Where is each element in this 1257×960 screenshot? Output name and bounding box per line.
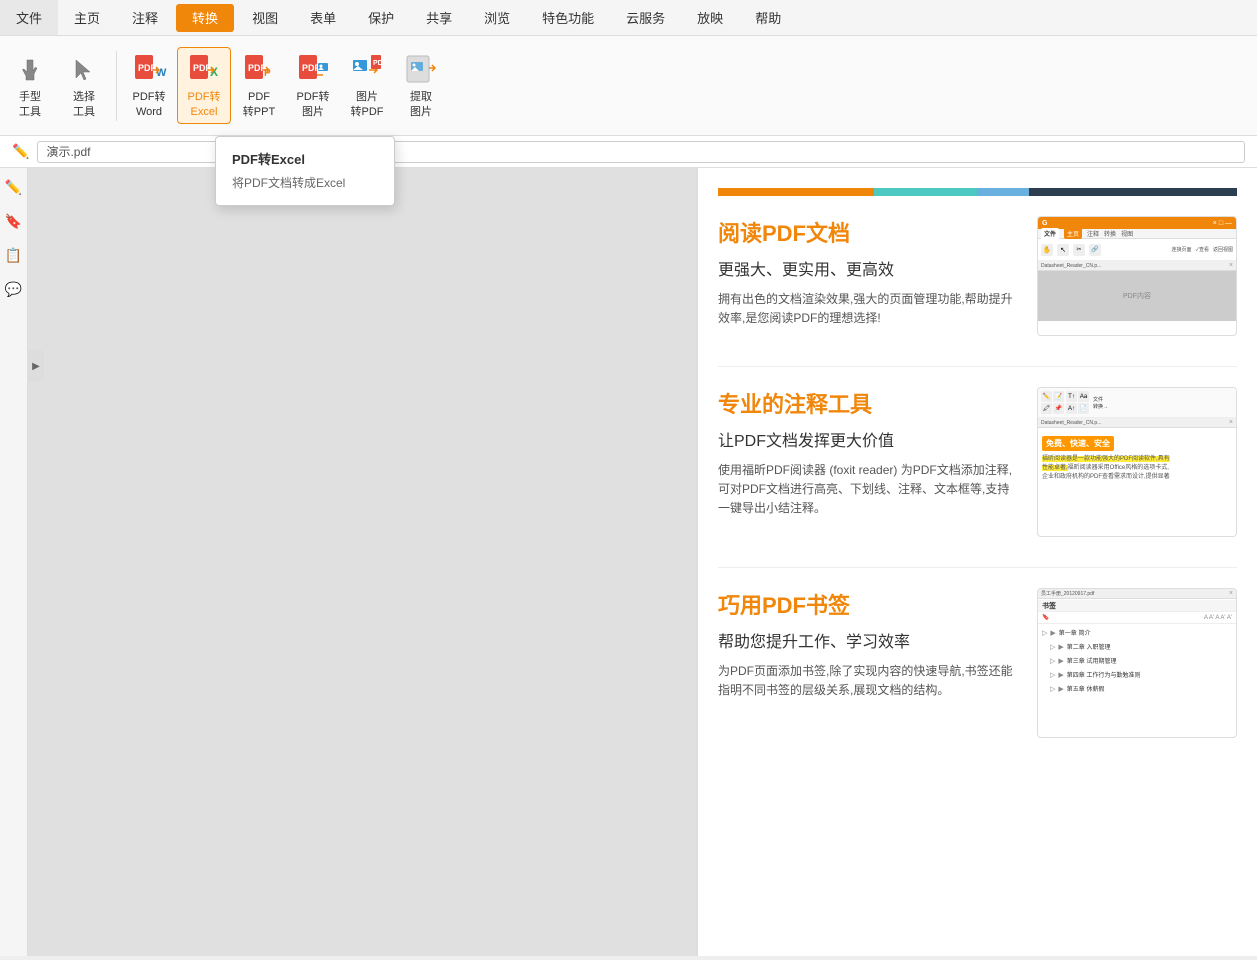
sidebar-pages-icon[interactable]: 📋 xyxy=(3,244,25,266)
bookmark-body: 为PDF页面添加书签,除了实现内容的快速导航,书签还能指明不同书签的层级关系,展… xyxy=(718,662,1017,700)
toolbar: 手型工具 选择工具 PDF W PDF转Word PDF X xyxy=(0,36,1257,136)
read-pdf-subtitle: 更强大、更实用、更高效 xyxy=(718,256,1017,280)
read-pdf-screenshot: G × □ — 文件 主页 注释 转换 视图 ✋ ↖ ✂ 🔗 xyxy=(1037,216,1237,336)
menu-view[interactable]: 视图 xyxy=(236,0,294,35)
read-pdf-title: 阅读PDF文档 xyxy=(718,216,1017,248)
extract-icon xyxy=(403,52,439,88)
svg-text:PDF: PDF xyxy=(373,60,385,67)
document-area xyxy=(28,168,696,960)
pdf-excel-label: PDF转Excel xyxy=(188,90,221,119)
hand-icon xyxy=(12,52,48,88)
read-pdf-section: 阅读PDF文档 更强大、更实用、更高效 拥有出色的文档渲染效果,强大的页面管理功… xyxy=(718,216,1237,336)
pdf-to-excel-button[interactable]: PDF X PDF转Excel xyxy=(177,47,231,124)
pdf-word-icon: PDF W xyxy=(131,52,167,88)
pdf-to-ppt-button[interactable]: PDF P PDF转PPT xyxy=(233,48,285,123)
menu-convert[interactable]: 转换 xyxy=(176,4,234,32)
read-pdf-text: 阅读PDF文档 更强大、更实用、更高效 拥有出色的文档渲染效果,强大的页面管理功… xyxy=(718,216,1017,336)
pdf-excel-icon: PDF X xyxy=(186,52,222,88)
hand-tool-button[interactable]: 手型工具 xyxy=(4,48,56,123)
color-bar-orange xyxy=(718,188,874,196)
bookmark-header: 书签 xyxy=(1038,600,1236,612)
toolbar-divider-1 xyxy=(116,51,117,121)
color-bar-blue xyxy=(977,188,1029,196)
pdf-ppt-label: PDF转PPT xyxy=(243,90,275,119)
menu-share[interactable]: 共享 xyxy=(410,0,468,35)
bookmark-file-label: 员工手册_20120917.pdf xyxy=(1041,590,1229,597)
color-bar-dark xyxy=(1029,188,1237,196)
bookmark-subtitle: 帮助您提升工作、学习效率 xyxy=(718,628,1017,652)
menu-annotate[interactable]: 注释 xyxy=(116,0,174,35)
bookmark-screenshot: 员工手册_20120917.pdf × 书签 🔖 A A' A A' A' ▷ … xyxy=(1037,588,1237,738)
svg-text:PDF: PDF xyxy=(302,63,321,73)
hand-tool-label: 手型工具 xyxy=(19,90,41,119)
menu-cloud[interactable]: 云服务 xyxy=(610,0,681,35)
left-sidebar: ✏️ 🔖 📋 💬 xyxy=(0,168,28,960)
menubar: 文件 主页 注释 转换 视图 表单 保护 共享 浏览 特色功能 云服务 放映 帮… xyxy=(0,0,1257,36)
address-bar: ✏️ xyxy=(0,136,1257,168)
annotation-subtitle: 让PDF文档发挥更大价值 xyxy=(718,427,1017,451)
svg-text:PDF: PDF xyxy=(138,63,157,73)
panel-collapse-button[interactable]: ▶ xyxy=(28,350,44,382)
annotation-text: 专业的注释工具 让PDF文档发挥更大价值 使用福昕PDF阅读器 (foxit r… xyxy=(718,387,1017,537)
sidebar-bookmark-icon[interactable]: 🔖 xyxy=(3,210,25,232)
annotation-section: 专业的注释工具 让PDF文档发挥更大价值 使用福昕PDF阅读器 (foxit r… xyxy=(718,387,1237,537)
pdf-image-icon: PDF xyxy=(295,52,331,88)
dropdown-tooltip: PDF转Excel 将PDF文档转成Excel xyxy=(215,136,395,206)
pdf-word-label: PDF转Word xyxy=(133,90,166,119)
annotation-body: 使用福昕PDF阅读器 (foxit reader) 为PDF文档添加注释,可对P… xyxy=(718,461,1017,519)
select-tool-button[interactable]: 选择工具 xyxy=(58,48,110,123)
pdf-to-word-button[interactable]: PDF W PDF转Word xyxy=(123,48,175,123)
extract-label: 提取图片 xyxy=(410,90,432,119)
annot-highlight-label: 免费、快速、安全 xyxy=(1042,436,1114,451)
bookmark-title: 巧用PDF书签 xyxy=(718,588,1017,620)
menu-features[interactable]: 特色功能 xyxy=(526,0,610,35)
sidebar-edit-icon[interactable]: ✏️ xyxy=(3,176,25,198)
dropdown-description: 将PDF文档转成Excel xyxy=(216,172,394,197)
menu-file[interactable]: 文件 xyxy=(0,0,58,35)
svg-text:PDF: PDF xyxy=(193,63,212,73)
main-layout: ✏️ 🔖 📋 💬 ▶ 阅读PDF文档 更强大、更实用、更高效 拥有出色的文档渲染… xyxy=(0,168,1257,960)
image-pdf-icon: PDF xyxy=(349,52,385,88)
menu-home[interactable]: 主页 xyxy=(58,0,116,35)
bookmark-section: 巧用PDF书签 帮助您提升工作、学习效率 为PDF页面添加书签,除了实现内容的快… xyxy=(718,588,1237,738)
color-bar xyxy=(718,188,1237,196)
select-icon xyxy=(66,52,102,88)
pencil-icon: ✏️ xyxy=(12,143,29,160)
read-pdf-body: 拥有出色的文档渲染效果,强大的页面管理功能,帮助提升效率,是您阅读PDF的理想选… xyxy=(718,290,1017,328)
pdf-ppt-icon: PDF P xyxy=(241,52,277,88)
annotation-screenshot: ✏️ 📝 🖍 📌 T↑ Aa xyxy=(1037,387,1237,537)
select-tool-label: 选择工具 xyxy=(73,90,95,119)
pdf-image-label: PDF转图片 xyxy=(297,90,330,119)
menu-help[interactable]: 帮助 xyxy=(739,0,797,35)
extract-image-button[interactable]: 提取图片 xyxy=(395,48,447,123)
color-bar-teal xyxy=(874,188,978,196)
bookmark-text: 巧用PDF书签 帮助您提升工作、学习效率 为PDF页面添加书签,除了实现内容的快… xyxy=(718,588,1017,738)
image-pdf-label: 图片转PDF xyxy=(351,90,384,119)
annotation-title: 专业的注释工具 xyxy=(718,387,1017,419)
menu-present[interactable]: 放映 xyxy=(681,0,739,35)
dropdown-title: PDF转Excel xyxy=(216,145,394,172)
sidebar-comment-icon[interactable]: 💬 xyxy=(3,278,25,300)
menu-protect[interactable]: 保护 xyxy=(352,0,410,35)
menu-forms[interactable]: 表单 xyxy=(294,0,352,35)
pdf-preview-panel: 阅读PDF文档 更强大、更实用、更高效 拥有出色的文档渲染效果,强大的页面管理功… xyxy=(696,168,1257,960)
pdf-to-image-button[interactable]: PDF PDF转图片 xyxy=(287,48,339,123)
menu-browse[interactable]: 浏览 xyxy=(468,0,526,35)
divider-1 xyxy=(718,366,1237,367)
divider-2 xyxy=(718,567,1237,568)
image-to-pdf-button[interactable]: PDF 图片转PDF xyxy=(341,48,393,123)
